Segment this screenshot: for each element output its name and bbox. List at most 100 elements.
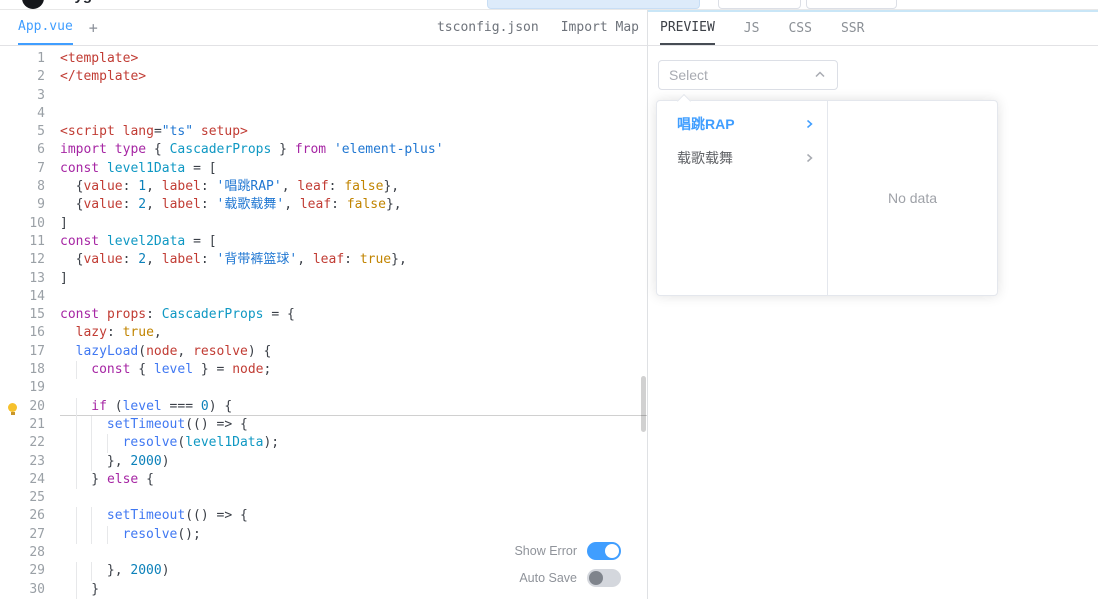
code-line[interactable]: 2 </template> xyxy=(0,68,647,86)
line-number: 19 xyxy=(29,380,45,396)
code-editor[interactable]: 1 <template> 2 </template> 3 4 5 <script lang="… xyxy=(0,46,647,599)
line-number: 17 xyxy=(29,343,45,359)
code-line[interactable]: 26 setTimeout(() => { xyxy=(0,507,647,525)
select-placeholder: Select xyxy=(669,67,708,83)
preview-body: Select 唱跳RAP 载歌载舞 No data xyxy=(648,46,1098,599)
line-number: 3 xyxy=(37,87,45,103)
code-line[interactable]: 1 <template> xyxy=(0,50,647,68)
toggle-row: Auto Save xyxy=(519,569,621,587)
code-line[interactable]: 7 const level1Data = [ xyxy=(0,160,647,178)
code-line[interactable]: 24 } else { xyxy=(0,471,647,489)
editor-bar-links: tsconfig.json Import Map xyxy=(437,20,639,35)
line-number: 25 xyxy=(29,490,45,506)
tab-preview[interactable]: PREVIEW xyxy=(660,12,715,45)
code-line[interactable]: 18 const { level } = node; xyxy=(0,361,647,379)
line-number: 27 xyxy=(29,526,45,542)
code-lines: 1 <template> 2 </template> 3 4 5 <script lang="… xyxy=(0,50,647,599)
cascader-menu-1: 唱跳RAP 载歌载舞 xyxy=(657,101,828,295)
tab-ssr[interactable]: SSR xyxy=(841,12,864,45)
line-number: 9 xyxy=(37,197,45,213)
app-logo[interactable] xyxy=(22,0,44,9)
code-line[interactable]: 12 {value: 2, label: '背带裤篮球', leaf: true… xyxy=(0,251,647,269)
line-number: 7 xyxy=(37,160,45,176)
header-button-1[interactable] xyxy=(718,0,801,9)
cascader-node-label: 唱跳RAP xyxy=(677,116,735,132)
code-line[interactable]: 17 lazyLoad(node, resolve) { xyxy=(0,343,647,361)
line-number: 22 xyxy=(29,435,45,451)
line-number: 14 xyxy=(29,288,45,304)
arrow-up-icon xyxy=(813,68,827,82)
line-number: 2 xyxy=(37,69,45,85)
line-number: 11 xyxy=(29,233,45,249)
preview-pane: PREVIEW JS CSS SSR Select 唱跳RAP 载歌载舞 No data xyxy=(648,10,1098,599)
app-title: Playground xyxy=(52,0,135,5)
line-number: 21 xyxy=(29,416,45,432)
import-map-link[interactable]: Import Map xyxy=(561,20,639,35)
cascader-node[interactable]: 载歌载舞 xyxy=(657,141,827,175)
auto-save-label: Auto Save xyxy=(519,571,577,585)
no-data-text: No data xyxy=(887,190,938,206)
tab-css[interactable]: CSS xyxy=(788,12,811,45)
line-number: 30 xyxy=(29,581,45,597)
line-number: 28 xyxy=(29,545,45,561)
code-line[interactable]: 11 const level2Data = [ xyxy=(0,233,647,251)
code-line[interactable]: 20 if (level === 0) { xyxy=(0,398,647,416)
line-number: 4 xyxy=(37,105,45,121)
preview-tab-bar: PREVIEW JS CSS SSR xyxy=(648,12,1098,46)
code-line[interactable]: 10] xyxy=(0,215,647,233)
line-number: 5 xyxy=(37,124,45,140)
chevron-right-icon xyxy=(803,152,815,164)
show-error-toggle[interactable] xyxy=(587,542,621,560)
code-line[interactable]: 15 const props: CascaderProps = { xyxy=(0,306,647,324)
line-number: 6 xyxy=(37,142,45,158)
line-number: 13 xyxy=(29,270,45,286)
line-number: 26 xyxy=(29,508,45,524)
tab-js[interactable]: JS xyxy=(744,12,760,45)
code-line[interactable]: 13] xyxy=(0,270,647,288)
cascader-node[interactable]: 唱跳RAP xyxy=(657,107,827,141)
code-line[interactable]: 9 {value: 2, label: '载歌载舞', leaf: false}… xyxy=(0,196,647,214)
line-number: 18 xyxy=(29,362,45,378)
header-button-2[interactable] xyxy=(806,0,897,9)
line-number: 29 xyxy=(29,563,45,579)
editor-scrollbar[interactable] xyxy=(641,376,646,432)
code-line[interactable]: 8 {value: 1, label: '唱跳RAP', leaf: false… xyxy=(0,178,647,196)
code-line[interactable]: 23 }, 2000) xyxy=(0,453,647,471)
line-number: 23 xyxy=(29,453,45,469)
app-header: Playground xyxy=(0,0,1098,10)
line-number: 1 xyxy=(37,51,45,66)
code-line[interactable]: 16 lazy: true, xyxy=(0,324,647,342)
toggle-row: Show Error xyxy=(514,542,621,560)
code-line[interactable]: 25 xyxy=(0,489,647,507)
line-number: 16 xyxy=(29,325,45,341)
cascader-menu-2: No data xyxy=(828,101,997,295)
cascader-dropdown: 唱跳RAP 载歌载舞 No data xyxy=(656,100,998,296)
tsconfig-link[interactable]: tsconfig.json xyxy=(437,20,539,35)
file-tab-bar: App.vue + tsconfig.json Import Map xyxy=(0,10,647,46)
auto-save-toggle[interactable] xyxy=(587,569,621,587)
editor-pane: App.vue + tsconfig.json Import Map 1 <tem… xyxy=(0,10,648,599)
lightbulb-icon[interactable] xyxy=(8,402,17,415)
line-number: 24 xyxy=(29,471,45,487)
code-line[interactable]: 21 setTimeout(() => { xyxy=(0,416,647,434)
line-number: 8 xyxy=(37,179,45,195)
code-line[interactable]: 4 xyxy=(0,105,647,123)
code-line[interactable]: 14 xyxy=(0,288,647,306)
add-file-button[interactable]: + xyxy=(89,19,98,37)
line-number: 12 xyxy=(29,252,45,268)
version-select[interactable] xyxy=(487,0,700,9)
playground-app: Playground App.vue + tsconfig.json Impor… xyxy=(0,0,1098,599)
code-line[interactable]: 6 import type { CascaderProps } from 'ele… xyxy=(0,141,647,159)
code-line[interactable]: 22 resolve(level1Data); xyxy=(0,434,647,452)
main-split: App.vue + tsconfig.json Import Map 1 <tem… xyxy=(0,10,1098,599)
show-error-label: Show Error xyxy=(514,544,577,558)
code-line[interactable]: 3 xyxy=(0,87,647,105)
file-tab-app-vue[interactable]: App.vue xyxy=(18,10,73,45)
line-number: 15 xyxy=(29,307,45,323)
editor-toggles: Show Error Auto Save xyxy=(514,542,621,587)
cascader-node-label: 载歌载舞 xyxy=(677,150,733,166)
line-number: 10 xyxy=(29,215,45,231)
cascader-select[interactable]: Select xyxy=(658,60,838,90)
code-line[interactable]: 19 xyxy=(0,379,647,397)
code-line[interactable]: 5 <script lang="ts" setup> xyxy=(0,123,647,141)
